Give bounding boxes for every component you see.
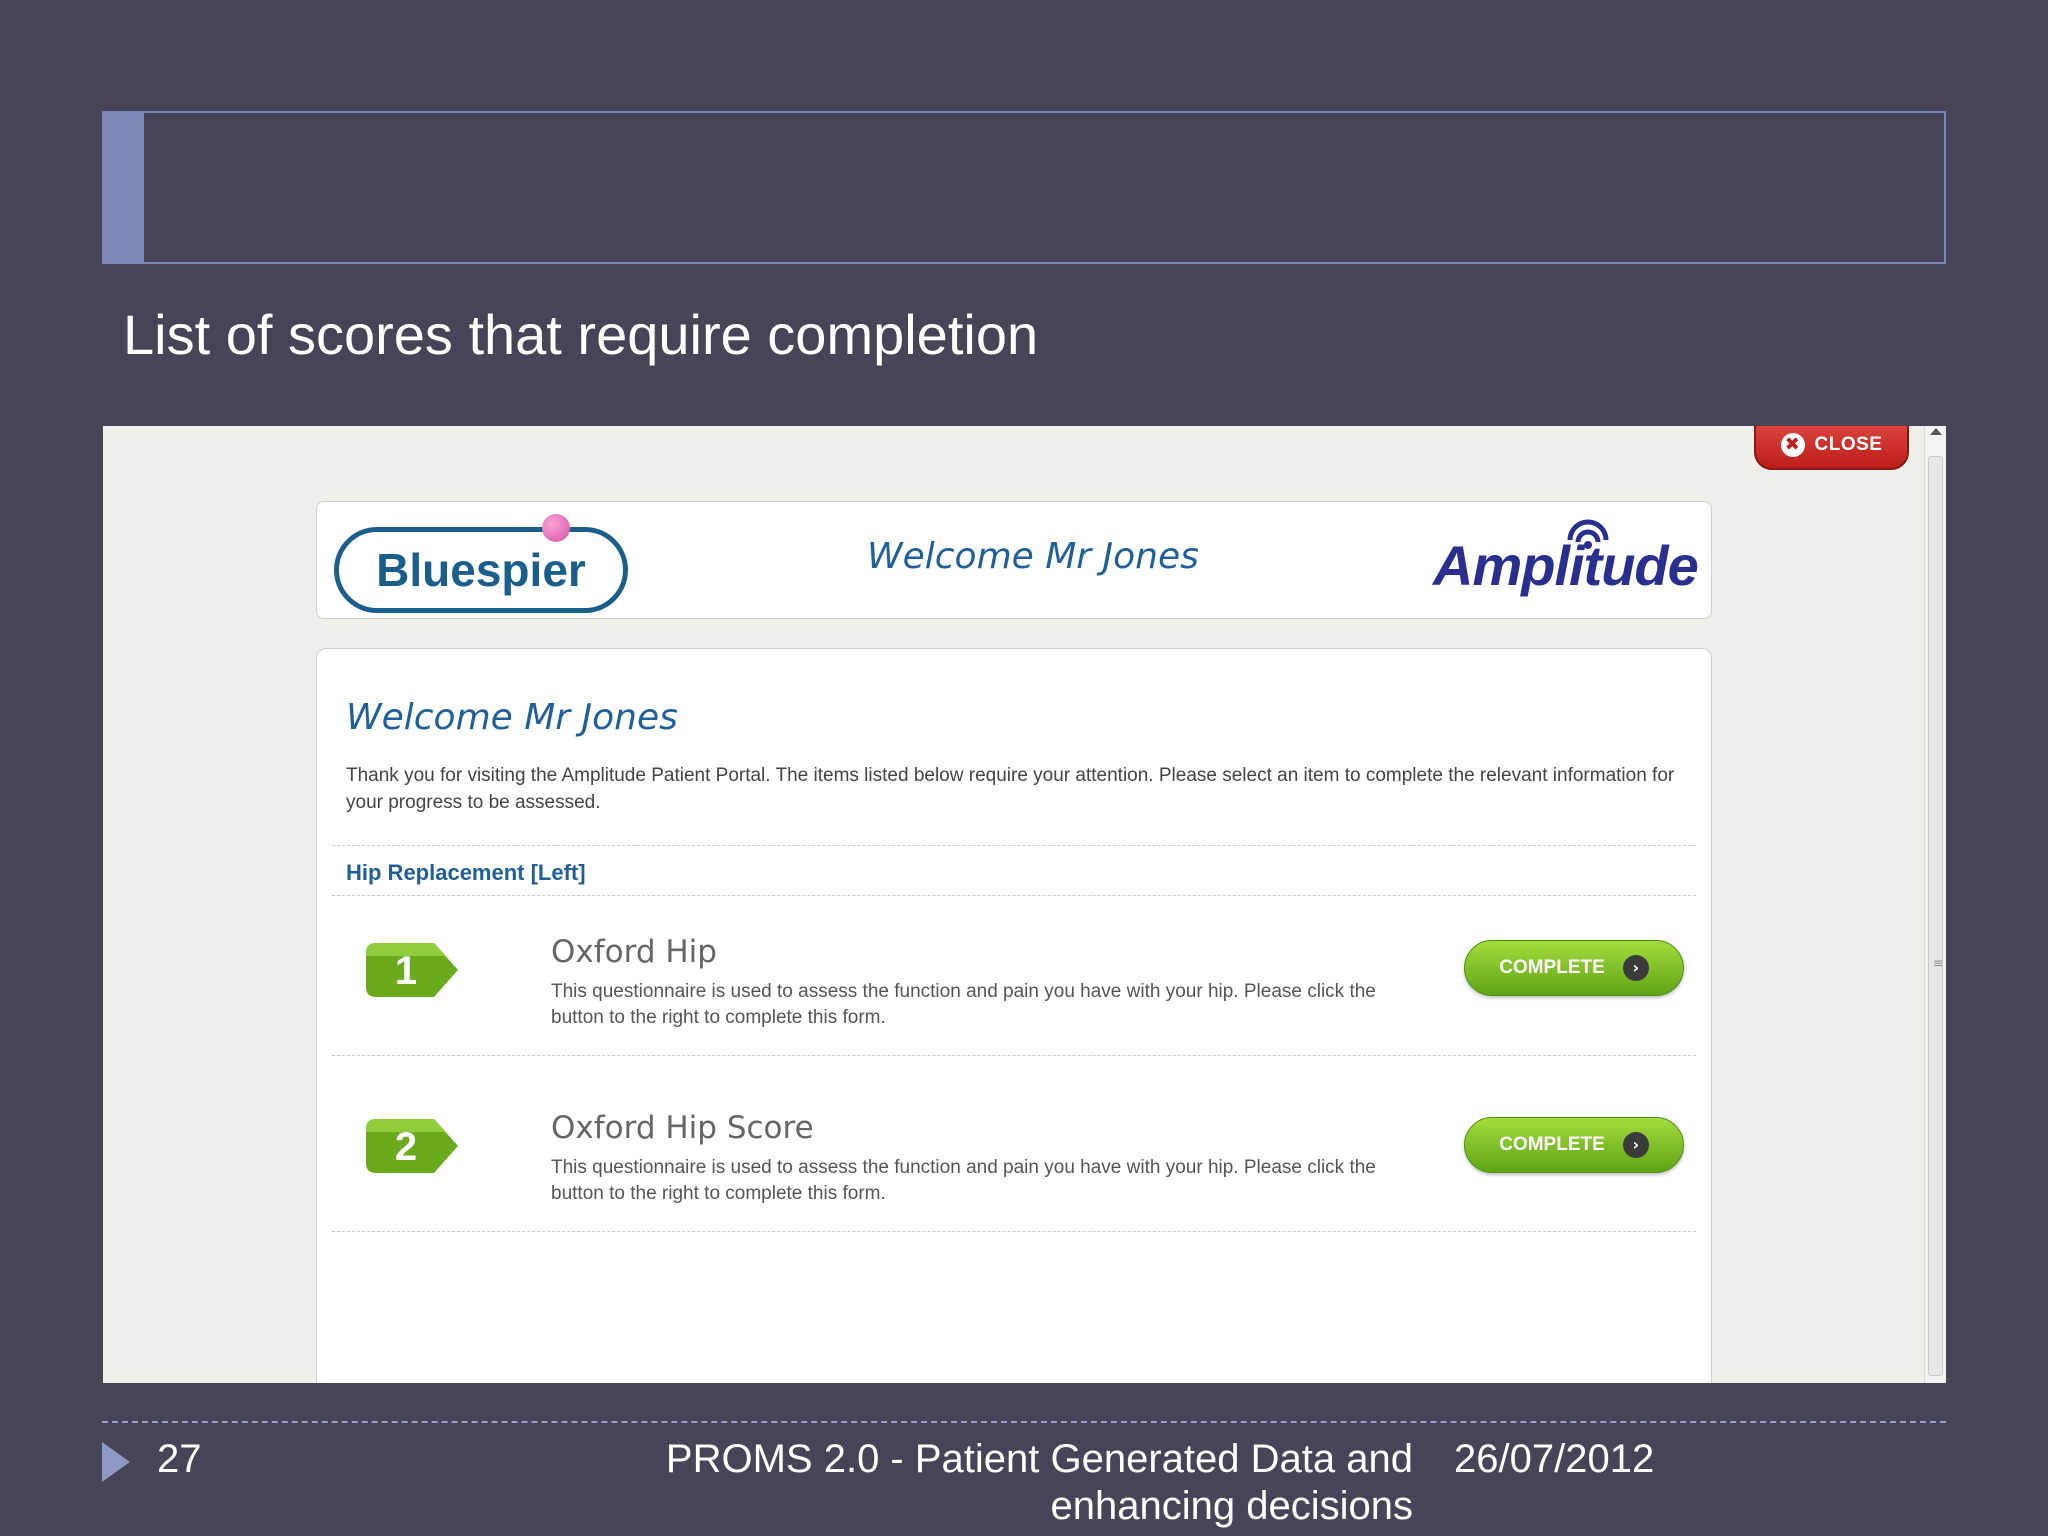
footer-title: PROMS 2.0 - Patient Generated Data and e… <box>665 1437 1413 1528</box>
item-number-badge: 2 <box>366 1119 458 1173</box>
close-x-icon: ✖ <box>1780 433 1805 457</box>
triangle-bullet-icon <box>102 1442 130 1482</box>
complete-button-label: COMPLETE <box>1499 957 1605 978</box>
divider <box>332 1055 1696 1056</box>
item-description: This questionnaire is used to assess the… <box>551 981 1376 1028</box>
amplitude-logo-text: Amplitude <box>1433 534 1699 597</box>
scroll-thumb[interactable]: ≡ <box>1928 456 1943 1376</box>
portal-header: Bluespier Welcome Mr Jones Amplitude <box>316 501 1712 619</box>
bluespier-logo: Bluespier <box>334 514 628 613</box>
vertical-scrollbar[interactable]: ≡ <box>1924 426 1946 1383</box>
item-number-badge: 1 <box>366 943 458 997</box>
close-button-label: CLOSE <box>1814 434 1883 455</box>
footer-divider <box>102 1421 1946 1423</box>
complete-button-oxford-hip-score[interactable]: COMPLETE › <box>1464 1117 1684 1173</box>
divider <box>332 1231 1696 1232</box>
content-card: Welcome Mr Jones Thank you for visiting … <box>316 648 1712 1383</box>
item-title: Oxford Hip Score <box>551 1110 814 1146</box>
title-accent-bar <box>104 113 144 262</box>
page-number: 27 <box>157 1437 202 1481</box>
scroll-up-arrow-icon[interactable] <box>1930 428 1942 435</box>
divider <box>332 895 1696 896</box>
divider <box>332 845 1696 846</box>
bluespier-dot-icon <box>542 514 570 542</box>
item-description: This questionnaire is used to assess the… <box>551 1157 1376 1204</box>
welcome-heading: Welcome Mr Jones <box>346 697 678 738</box>
close-button[interactable]: ✖ CLOSE <box>1754 426 1909 470</box>
bluespier-logo-text: Bluespier <box>376 544 586 596</box>
item-number: 1 <box>395 949 417 993</box>
slide-title-box <box>102 111 1946 264</box>
section-title: Hip Replacement [Left] <box>346 860 586 885</box>
header-welcome-text: Welcome Mr Jones <box>867 536 1199 577</box>
scroll-grip-icon: ≡ <box>1933 956 1944 970</box>
chevron-right-icon: › <box>1622 1132 1649 1158</box>
item-number: 2 <box>395 1125 417 1169</box>
amplitude-logo: Amplitude <box>1433 510 1699 610</box>
complete-button-oxford-hip[interactable]: COMPLETE › <box>1464 940 1684 996</box>
intro-text: Thank you for visiting the Amplitude Pat… <box>346 765 1675 813</box>
item-title: Oxford Hip <box>551 934 717 970</box>
complete-button-label: COMPLETE <box>1499 1134 1605 1155</box>
chevron-right-icon: › <box>1622 955 1649 981</box>
slide-heading: List of scores that require completion <box>123 303 1039 366</box>
portal-screenshot: ≡ ✖ CLOSE Bluespier Welcome Mr Jones Amp… <box>103 426 1946 1383</box>
footer-date: 26/07/2012 <box>1454 1437 1655 1481</box>
